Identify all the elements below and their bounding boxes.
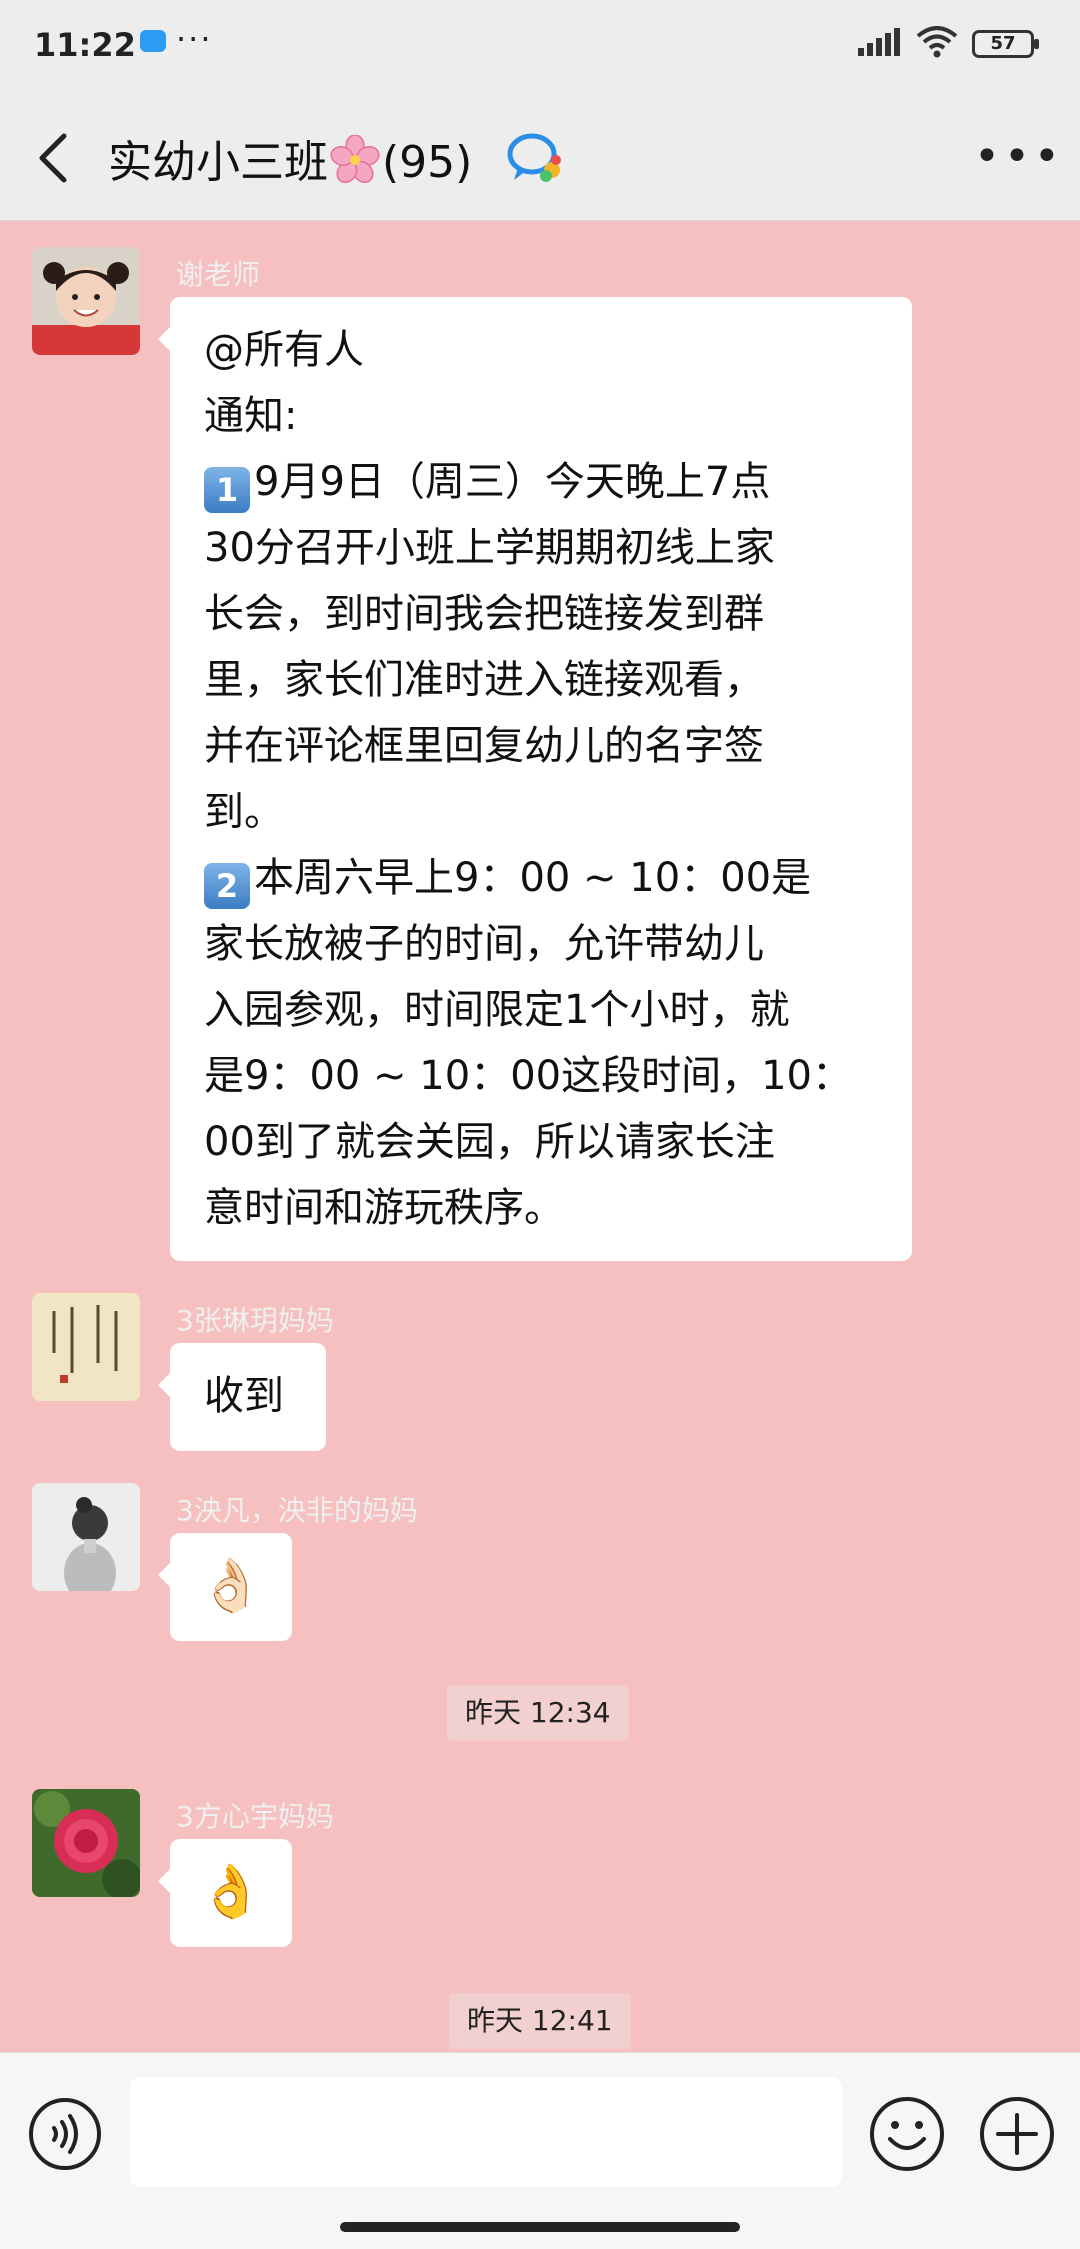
- emoji-icon[interactable]: [868, 2095, 946, 2173]
- avatar[interactable]: [32, 1293, 140, 1401]
- chat-title: 实幼小三班 (95): [108, 126, 472, 190]
- timestamp: 昨天 12:34: [447, 1685, 629, 1741]
- status-bar: 11:22 ··· 57: [0, 0, 1080, 96]
- back-arrow-icon[interactable]: [30, 128, 80, 188]
- notification-icon: [140, 30, 166, 52]
- timestamp: 昨天 12:41: [449, 1993, 631, 2049]
- home-indicator[interactable]: [340, 2222, 740, 2232]
- message-line: 30分召开小班上学期期初线上家: [204, 525, 775, 571]
- message-bubble[interactable]: 收到: [158, 1343, 326, 1451]
- message-line: 00到了就会关园，所以请家长注: [204, 1119, 775, 1165]
- sender-name: 3泱凡，泱非的妈妈: [176, 1494, 418, 1527]
- status-extra: ···: [176, 20, 213, 58]
- status-time: 11:22: [34, 26, 136, 64]
- keycap-number-icon: 2: [204, 863, 250, 909]
- battery-icon: 57: [972, 30, 1039, 58]
- message-line: 1 9月9日（周三）今天晚上7点: [204, 449, 878, 515]
- avatar[interactable]: [32, 1789, 140, 1897]
- message-line: 长会，到时间我会把链接发到群: [204, 591, 764, 637]
- message-bubble[interactable]: 👌🏻: [158, 1533, 292, 1641]
- message-line: 通知:: [204, 393, 298, 439]
- keycap-number-icon: 1: [204, 467, 250, 513]
- sender-name: 3张琳玥妈妈: [176, 1304, 334, 1337]
- message-line: 并在评论框里回复幼儿的名字签: [204, 723, 764, 769]
- voice-input-icon[interactable]: [28, 2097, 102, 2171]
- more-options-icon[interactable]: •••: [974, 135, 1064, 179]
- sender-name: 3方心宇妈妈: [176, 1800, 334, 1833]
- chat-header: 实幼小三班 (95) •••: [0, 96, 1080, 221]
- chat-area[interactable]: 谢老师 @所有人 通知: 1 9月9日（周三）今天晚上7点 30分召开小班上学期期…: [0, 221, 1080, 2051]
- wifi-icon: [916, 26, 958, 58]
- message-input[interactable]: [130, 2077, 842, 2187]
- message-line: 意时间和游玩秩序。: [204, 1185, 564, 1231]
- ok-hand-emoji: 👌: [198, 1862, 264, 1922]
- avatar[interactable]: [32, 1483, 140, 1591]
- input-bar: [0, 2052, 1080, 2249]
- ok-hand-emoji: 👌🏻: [198, 1556, 264, 1616]
- cherry-blossom-icon: [330, 135, 380, 184]
- signal-icon: [858, 28, 900, 56]
- message-line: 2 本周六早上9：00 ~ 10：00是: [204, 845, 878, 911]
- sender-name: 谢老师: [176, 258, 261, 291]
- member-count: (95): [382, 137, 473, 188]
- message-bubble[interactable]: @所有人 通知: 1 9月9日（周三）今天晚上7点 30分召开小班上学期期初线上家…: [158, 297, 912, 1261]
- plus-icon[interactable]: [978, 2095, 1056, 2173]
- group-chat-icon[interactable]: [506, 130, 566, 186]
- message-bubble[interactable]: 👌: [158, 1839, 292, 1947]
- message-line: 是9：00 ~ 10：00这段时间，10：: [204, 1053, 852, 1099]
- avatar[interactable]: [32, 247, 140, 355]
- message-line: @所有人: [204, 327, 364, 373]
- message-line: 到。: [204, 789, 284, 835]
- message-line: 家长放被子的时间，允许带幼儿: [204, 921, 764, 967]
- chat-title-name: 实幼小三班: [108, 137, 328, 188]
- message-line: 入园参观，时间限定1个小时，就: [204, 987, 790, 1033]
- message-line: 里，家长们准时进入链接观看，: [204, 657, 764, 703]
- message-text: 收到: [204, 1373, 284, 1419]
